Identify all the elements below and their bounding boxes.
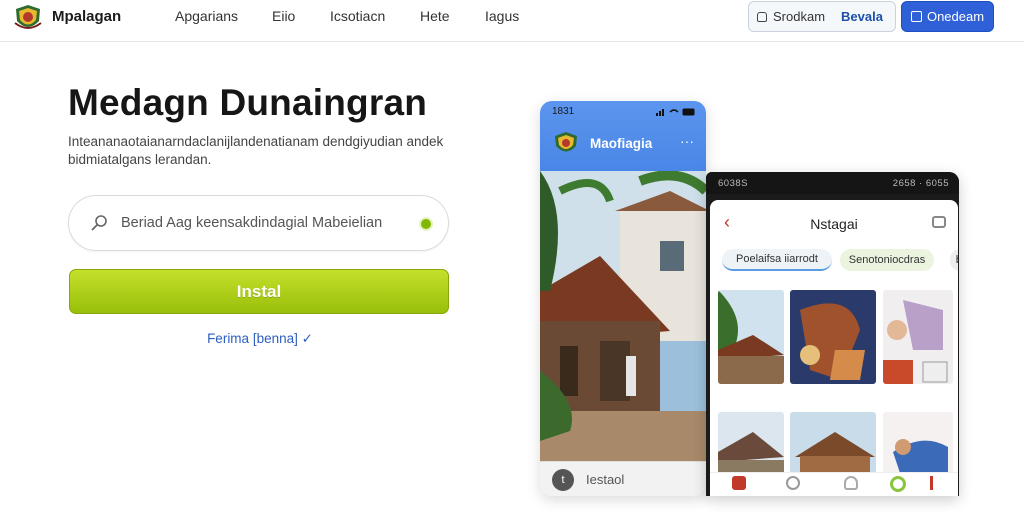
primary-nav-label: Onedeam [926, 9, 985, 24]
nav-link-1[interactable]: Apgarians [175, 8, 238, 24]
signin-label: Srodkam [773, 9, 826, 24]
gallery-tile-craft[interactable] [790, 290, 876, 384]
more-icon[interactable]: ··· [680, 133, 694, 149]
phone-time: 1831 [552, 106, 575, 117]
gallery-title: Nstagai [810, 216, 858, 232]
nav-link-5[interactable]: Iagus [485, 8, 519, 24]
gallery-tile-house[interactable] [718, 290, 784, 384]
top-navbar: Mpalagan Apgarians Eiio Icsotiacn Hete I… [0, 0, 1024, 42]
search-placeholder: Beriad Aag keensakdindagial Mabeielian [121, 215, 383, 231]
primary-nav-button[interactable]: Onedeam [901, 1, 994, 32]
search-input[interactable]: Beriad Aag keensakdindagial Mabeielian [68, 195, 449, 251]
chip-tab-3[interactable]: bi [950, 249, 958, 271]
phone-app-header: 1831 Maofiagia ··· [540, 101, 706, 171]
phone-mockup-feed: 1831 Maofiagia ··· t Iestaol [540, 101, 706, 496]
nav-link-3[interactable]: Icsotiacn [330, 8, 385, 24]
profile-tab-icon[interactable] [844, 476, 858, 490]
phone-mockup-gallery: 6038S 2658 · 6055 ‹ Nstagai Poelaifsa ii… [706, 172, 959, 496]
comment-bar-label: Iestaol [586, 472, 625, 487]
bottom-tab-bar [710, 472, 958, 496]
house-photo [540, 171, 706, 461]
home-tab-icon[interactable] [732, 476, 746, 490]
chip-tab-1[interactable]: Poelaifsa iiarrodt [722, 249, 832, 271]
gallery-screen: ‹ Nstagai Poelaifsa iiarrodt Senotoniocd… [710, 200, 958, 496]
phone-app-name: Maofiagia [590, 136, 653, 151]
chip-tab-2[interactable]: Senotoniocdras [840, 249, 934, 271]
crest-logo-icon[interactable] [12, 3, 44, 33]
user-icon [910, 11, 922, 22]
hero-subtitle: Inteananaotaianarndaclanijlandenatianam … [68, 134, 444, 167]
status-dot-icon [421, 219, 431, 229]
signal-battery-icon [656, 108, 695, 116]
signin-button[interactable]: Srodkam Bevala [748, 1, 896, 32]
install-button[interactable]: Instal [69, 269, 449, 314]
menu-tab-icon[interactable] [930, 476, 933, 490]
search-tab-icon[interactable] [786, 476, 800, 490]
status-right-text: 2658 · 6055 [892, 178, 949, 189]
status-left-text: 6038S [718, 178, 748, 189]
search-icon [91, 215, 107, 231]
nav-link-2[interactable]: Eiio [272, 8, 295, 24]
nav-link-4[interactable]: Hete [420, 8, 450, 24]
lock-icon [757, 11, 767, 22]
secondary-label: Bevala [841, 9, 883, 24]
camera-icon[interactable] [932, 216, 946, 228]
phone-status-bar: 6038S 2658 · 6055 [706, 172, 959, 194]
app-crest-icon [555, 132, 577, 152]
brand-name[interactable]: Mpalagan [52, 8, 121, 25]
hero-title: Medagn Dunaingran [68, 82, 428, 123]
avatar: t [552, 469, 574, 491]
gallery-tile-people[interactable] [883, 290, 953, 384]
learn-more-link[interactable]: Ferima [benna] ✓ [0, 331, 520, 347]
comment-bar[interactable]: t Iestaol [540, 461, 706, 496]
record-tab-icon[interactable] [890, 476, 906, 492]
